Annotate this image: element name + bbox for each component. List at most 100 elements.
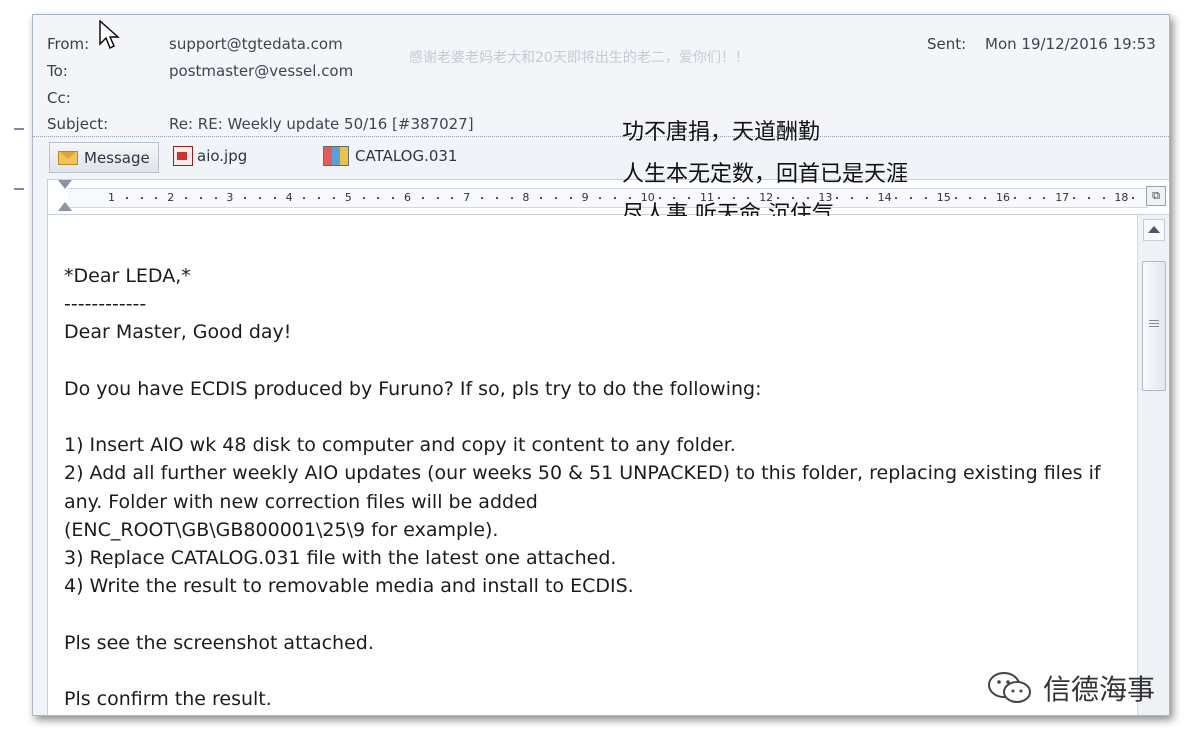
message-tab[interactable]: Message (49, 142, 159, 173)
ruler-tick (273, 197, 276, 199)
brand-name: 信德海事 (1043, 673, 1156, 706)
ruler-tick (540, 197, 543, 199)
body-line: (ENC_ROOT\GB\GB800001\25\9 for example). (64, 518, 499, 541)
ruler-tick (1013, 197, 1016, 199)
to-label: To: (47, 62, 68, 80)
from-value[interactable]: support@tgtedata.com (169, 35, 343, 53)
ruler-tick (895, 197, 898, 199)
header-divider (33, 136, 1169, 137)
ruler-tick (1043, 197, 1046, 199)
to-value[interactable]: postmaster@vessel.com (169, 62, 353, 80)
ruler-tick (436, 197, 439, 199)
body-line: 1) Insert AIO wk 48 disk to computer and… (64, 434, 736, 457)
hanging-indent-marker[interactable] (58, 202, 72, 211)
body-line: Do you have ECDIS produced by Furuno? If… (64, 377, 762, 400)
ruler-tick (377, 197, 380, 199)
scroll-up-button[interactable] (1143, 219, 1165, 241)
ruler-tick (614, 197, 617, 199)
faint-watermark-text: 感谢老婆老妈老大和20天即将出生的老二，爱你们！！ (409, 50, 749, 66)
ruler-tick (244, 197, 247, 199)
ruler-tick (1087, 197, 1090, 199)
ruler-tick (954, 197, 957, 199)
ruler-number: 3 (226, 191, 234, 204)
ruler-tick (214, 197, 217, 199)
ruler-tick (969, 197, 972, 199)
archive-file-icon (323, 146, 349, 166)
ruler-tick (199, 197, 202, 199)
mouse-cursor-icon (98, 19, 120, 54)
left-background-edge (0, 0, 30, 743)
vertical-scrollbar[interactable] (1137, 215, 1168, 715)
ruler-tick (303, 197, 306, 199)
ruler-number: 15 (936, 191, 951, 204)
grip-line (1149, 323, 1159, 324)
body-line: *Dear LEDA,* (64, 265, 191, 287)
from-label: From: (47, 35, 90, 53)
ruler-tick (362, 197, 365, 199)
ruler-tick (392, 197, 395, 199)
ruler-number: 1 (108, 191, 115, 204)
attachment-bar: Message aio.jpg CATALOG.031 (33, 138, 1169, 174)
ruler-tick (925, 197, 927, 199)
ruler-number: 16 (996, 191, 1010, 204)
first-line-indent-marker[interactable] (58, 180, 72, 189)
ruler-tick (125, 197, 128, 199)
ruler-number: 14 (877, 191, 892, 204)
subject-value: Re: RE: Weekly update 50/16 [#387027] (169, 115, 474, 133)
ruler-tick (569, 197, 572, 199)
ruler-tick (140, 197, 143, 199)
body-line: ------------ (64, 293, 147, 316)
grip-line (1149, 326, 1159, 327)
cc-label: Cc: (47, 89, 71, 107)
ruler-tick (185, 197, 187, 199)
ruler-number: 7 (463, 191, 471, 204)
subject-label: Subject: (47, 115, 109, 133)
ruler-tick (599, 197, 602, 199)
body-line: Pls confirm the result. (64, 688, 272, 710)
ruler-number: 8 (522, 191, 530, 204)
message-body[interactable]: *Dear LEDA,* ------------ Dear Master, Goo… (47, 215, 1138, 715)
email-window: From: support@tgtedata.com To: postmaste… (32, 14, 1170, 716)
ruler-number: 17 (1055, 191, 1070, 204)
attachment-name: CATALOG.031 (355, 147, 458, 165)
grip-line (1149, 320, 1159, 321)
ruler-tick (333, 197, 335, 199)
sent-label: Sent: (927, 35, 967, 53)
ruler-tick (259, 197, 261, 199)
envelope-icon (58, 150, 78, 165)
overlay-text-line-1: 功不唐捐，天道酬勤 (622, 120, 821, 145)
body-line: 2) Add all further weekly AIO updates (o… (64, 462, 1101, 485)
ruler-tick (495, 197, 498, 199)
ruler-number: 6 (404, 191, 411, 204)
ruler-tick (155, 197, 158, 199)
sent-value: Mon 19/12/2016 19:53 (985, 35, 1156, 53)
image-file-icon (173, 146, 193, 166)
scroll-thumb[interactable] (1142, 261, 1166, 391)
message-tab-label: Message (84, 148, 150, 167)
ruler-tick (1132, 197, 1135, 199)
ruler-tick (421, 197, 424, 199)
body-line: 3) Replace CATALOG.031 file with the lat… (64, 547, 617, 569)
ruler-tick (1102, 197, 1105, 199)
edge-mark (14, 128, 24, 130)
edge-mark (14, 188, 24, 190)
ruler-number: 9 (581, 191, 589, 204)
ruler[interactable]: 1 2 3 4 5 6 7 8 9 10 11 12 13 14 15 16 17 18 ⧉ (47, 179, 1169, 215)
ruler-tick (451, 197, 454, 199)
ruler-tick (1028, 197, 1031, 199)
body-line: Pls see the screenshot attached. (64, 631, 374, 654)
ruler-strip: 1 2 3 4 5 6 7 8 9 10 11 12 13 14 15 16 17 18 (68, 188, 1164, 208)
brand-watermark: 信德海事 (985, 668, 1155, 708)
ruler-tick (865, 197, 868, 199)
body-line: 4) Write the result to removable media a… (64, 575, 634, 598)
ruler-tick (984, 197, 987, 199)
attachment-aio-jpg[interactable]: aio.jpg (173, 146, 247, 166)
ruler-toggle-icon[interactable]: ⧉ (1146, 186, 1166, 206)
ruler-tick (1073, 197, 1075, 199)
overlay-text-line-3: 尽人事 听天命 沉住气 … (622, 202, 863, 216)
ruler-number: 4 (285, 191, 293, 204)
attachment-catalog[interactable]: CATALOG.031 (323, 146, 457, 166)
overlay-text-line-2: 人生本无定数，回首已是天涯 (622, 162, 909, 187)
wechat-icon (988, 672, 1031, 703)
attachment-name: aio.jpg (197, 147, 248, 165)
